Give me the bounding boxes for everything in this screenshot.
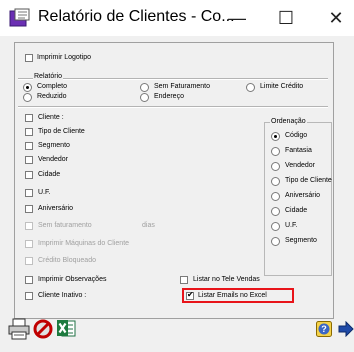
imprimir-maquinas-label: Imprimir Máquinas do Cliente: [38, 240, 130, 247]
ord-segmento-radio[interactable]: [271, 237, 280, 246]
ord-vendedor-radio[interactable]: [271, 162, 280, 171]
ordenacao-legend: Ordenação: [270, 117, 307, 127]
svg-text:?: ?: [321, 324, 327, 334]
ord-fantasia-radio[interactable]: [271, 147, 280, 156]
ord-uf-radio[interactable]: [271, 222, 280, 231]
relatorio-legend: Relatório: [33, 72, 64, 82]
excel-export-icon[interactable]: [56, 318, 76, 338]
ord-vendedor-label: Vendedor: [285, 162, 315, 169]
title-bar: Relatório de Clientes - Co... — ☐ ✕: [0, 0, 354, 36]
segmento-label: Segmento: [38, 142, 70, 149]
ord-cidade-radio[interactable]: [271, 207, 280, 216]
credito-bloqueado-checkbox[interactable]: [25, 257, 33, 265]
filters-separator: [18, 106, 328, 108]
ord-tipo-cliente-label: Tipo de Cliente: [285, 177, 332, 184]
completo-label: Completo: [37, 83, 67, 90]
segmento-checkbox[interactable]: [25, 142, 33, 150]
endereco-radio[interactable]: [140, 93, 149, 102]
aniversario-label: Aniversário: [38, 205, 74, 212]
cliente-label: Cliente :: [38, 114, 64, 121]
maximize-button[interactable]: ☐: [268, 5, 304, 31]
sem-faturamento-radio-label: Sem Faturamento: [154, 83, 211, 90]
ord-codigo-label: Código: [285, 132, 308, 139]
ord-uf-label: U.F.: [285, 222, 298, 229]
vendedor-label: Vendedor: [38, 156, 68, 163]
imprimir-observacoes-label: Imprimir Observações: [38, 276, 107, 283]
limite-credito-radio[interactable]: [246, 83, 255, 92]
window-title: Relatório de Clientes - Co...: [38, 8, 235, 25]
highlight-box: [182, 288, 294, 303]
credito-bloqueado-label: Crédito Bloqueado: [38, 257, 96, 264]
ord-fantasia-label: Fantasia: [285, 147, 312, 154]
ord-aniversario-radio[interactable]: [271, 192, 280, 201]
dias-label: dias: [142, 222, 155, 229]
print-icon[interactable]: [8, 318, 30, 340]
ord-aniversario-label: Aniversário: [285, 192, 321, 199]
uf-label: U.F.: [38, 189, 51, 196]
minimize-button[interactable]: —: [219, 5, 255, 31]
imprimir-logotipo-label: Imprimir Logotipo: [37, 54, 92, 61]
tipo-cliente-label: Tipo de Cliente: [38, 128, 85, 135]
listar-tele-vendas-checkbox[interactable]: [180, 276, 188, 284]
help-icon[interactable]: ?: [316, 321, 332, 337]
cancel-icon[interactable]: [33, 319, 53, 339]
listar-tele-vendas-label: Listar no Tele Vendas: [193, 276, 260, 283]
sem-faturamento-checkbox[interactable]: [25, 222, 33, 230]
limite-credito-label: Limite Crédito: [260, 83, 304, 90]
tipo-cliente-checkbox[interactable]: [25, 128, 33, 136]
sem-faturamento-label: Sem faturamento: [38, 222, 92, 229]
close-button[interactable]: ✕: [318, 5, 354, 31]
relatorio-separator: [18, 78, 328, 80]
uf-checkbox[interactable]: [25, 189, 33, 197]
exit-arrow-icon[interactable]: [338, 321, 354, 337]
imprimir-observacoes-checkbox[interactable]: [25, 276, 33, 284]
reduzido-radio[interactable]: [23, 93, 32, 102]
report-app-icon: [9, 8, 30, 27]
ord-cidade-label: Cidade: [285, 207, 308, 214]
aniversario-checkbox[interactable]: [25, 205, 33, 213]
cliente-inativo-checkbox[interactable]: [25, 292, 33, 300]
cidade-checkbox[interactable]: [25, 171, 33, 179]
imprimir-maquinas-checkbox[interactable]: [25, 240, 33, 248]
ord-codigo-radio[interactable]: [271, 132, 280, 141]
ord-tipo-cliente-radio[interactable]: [271, 177, 280, 186]
sem-faturamento-radio[interactable]: [140, 83, 149, 92]
cidade-label: Cidade: [38, 171, 61, 178]
dialog-body: Imprimir Logotipo Relatório Completo Red…: [0, 36, 354, 352]
completo-radio[interactable]: [23, 83, 32, 92]
cliente-checkbox[interactable]: [25, 114, 33, 122]
ord-segmento-label: Segmento: [285, 237, 317, 244]
reduzido-label: Reduzido: [37, 93, 67, 100]
imprimir-logotipo-checkbox[interactable]: [25, 54, 33, 62]
endereco-label: Endereço: [154, 93, 184, 100]
cliente-inativo-label: Cliente Inativo :: [38, 292, 87, 299]
vendedor-checkbox[interactable]: [25, 156, 33, 164]
